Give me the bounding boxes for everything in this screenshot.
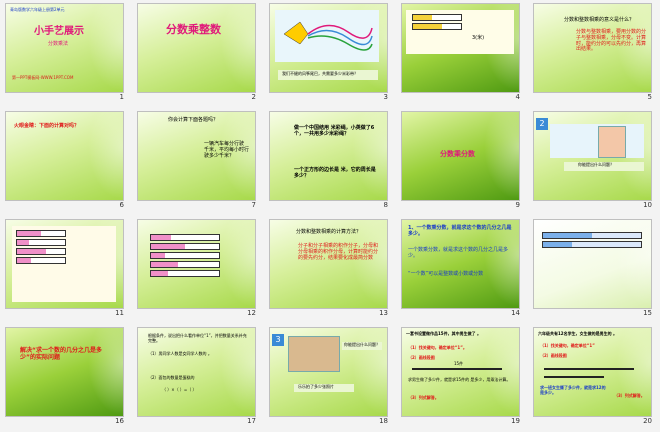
photo-image xyxy=(288,336,340,372)
slide-step-2: （2）画线段图 xyxy=(408,355,435,360)
slide-item-1: （1）男同学人数是女同学人数的 。 xyxy=(148,351,212,356)
slide-formula: （ ）×（ ）=（ ） xyxy=(162,387,197,392)
slide-number: 2 xyxy=(251,93,256,101)
slide-title: 分数乘整数 xyxy=(166,23,221,36)
slide-item-2: （2）面包的数量是蛋糕的 xyxy=(148,375,195,380)
slide-title: 解决“求一个数的几分之几是多少”的实际问题 xyxy=(20,347,102,361)
slide-link: 第一PPT模板网-WWW.1PPT.COM xyxy=(12,75,74,80)
slide-subtitle: 青岛版数学六年级上册第2单元 xyxy=(10,7,65,12)
slide-thumbnail-8[interactable]: 做一个中国结用 米彩绳，小英做了6个，一共用多少米彩绳？ 一个正方形的边长是 米… xyxy=(264,108,396,216)
slide-question: 分数和整数相乘的计算方法？ xyxy=(296,229,362,235)
slide-caption: 分数乘法 xyxy=(48,41,69,47)
slide-answer: 3(米) xyxy=(472,35,485,41)
section-tab: 3 xyxy=(272,334,284,346)
slide-number: 16 xyxy=(115,417,124,425)
slide-problem-2: 一个正方形的边长是 米，它的周长是多少？ xyxy=(294,167,376,179)
slide-thumbnail-7[interactable]: 你会计算下面各题吗？ 一辆汽车每分行驶 千米，平均每小时行驶多少千米？ 7 xyxy=(132,108,264,216)
slide-problem: 六年级共有12名学生，女生做的是男生的 。 xyxy=(538,331,617,336)
slide-thumbnail-1[interactable]: 青岛版数学六年级上册第2单元 小手艺展示 分数乘法 第一PPT模板网-WWW.1… xyxy=(0,0,132,108)
slide-title: 分数乘分数 xyxy=(440,150,475,158)
slide-number: 10 xyxy=(643,201,652,209)
slide-thumbnail-11[interactable]: 11 xyxy=(0,216,132,324)
slide-number: 11 xyxy=(115,309,124,317)
slide-question: 你能提出什么问题？ xyxy=(344,342,380,347)
slide-number: 20 xyxy=(643,417,652,425)
slide-thumbnail-15[interactable]: 15 xyxy=(528,216,660,324)
slide-thumbnail-2[interactable]: 分数乘整数 2 xyxy=(132,0,264,108)
slide-note: “一个数”可以是整数或小数或分数 xyxy=(408,271,484,277)
slide-explanation: 求一班女生撕了多少件，就是求12的 是多少。 xyxy=(540,385,606,395)
slide-rule: 分数与整数相乘，要用分数的分子与整数相乘，分母不变。计算时，能约分的可以先约分，… xyxy=(576,29,647,53)
slide-number: 9 xyxy=(515,201,520,209)
slide-heading: 1、一个数乘分数，就是求这个数的几分之几是多少。 xyxy=(408,225,512,237)
slide-question: 分数和整数相乘的意义是什么？ xyxy=(564,17,635,23)
slide-number: 13 xyxy=(379,309,388,317)
slide-thumbnail-20[interactable]: 六年级共有12名学生，女生做的是男生的 。 （1）找关键句，确定单位“1” （2… xyxy=(528,324,660,432)
slide-number: 12 xyxy=(247,309,256,317)
slide-step-3: （3）列式解答。 xyxy=(614,393,645,398)
slide-title: 火眼金睛：下面的计算对吗？ xyxy=(14,123,80,129)
slide-number: 3 xyxy=(383,93,388,101)
slide-thumbnail-18[interactable]: 3 你能提出什么问题？ 乐乐拍了多少张照片 18 xyxy=(264,324,396,432)
slide-problem: 一辆汽车每分行驶 千米，平均每小时行驶多少千米？ xyxy=(204,141,250,159)
slide-instruction: 根据条件，说出把什么看作单位“1”，并把数量关系补充完整。 xyxy=(148,333,247,343)
slide-thumbnail-9[interactable]: 分数乘分数 9 xyxy=(396,108,528,216)
slide-number: 15 xyxy=(643,309,652,317)
slide-answer: 乐乐拍了多少张照片 xyxy=(298,384,334,389)
slide-explanation: 求男生做了多少件，就是求15件的 是多少，用乘法计算。 xyxy=(408,377,511,382)
slide-problem-1: 做一个中国结用 米彩绳，小英做了6个，一共用多少米彩绳？ xyxy=(294,125,375,137)
slide-number: 4 xyxy=(515,93,520,101)
slide-thumbnail-17[interactable]: 根据条件，说出把什么看作单位“1”，并把数量关系补充完整。 （1）男同学人数是女… xyxy=(132,324,264,432)
slide-problem: 一套书设置做作品15件，其中男生做了 。 xyxy=(406,331,481,336)
slide-thumbnail-6[interactable]: 火眼金睛：下面的计算对吗？ 6 xyxy=(0,108,132,216)
slide-rule: 分子和分子相乘的积作分子，分母和分母相乘的积作分母，计算时能约分的要先约分，结果… xyxy=(298,243,379,261)
slide-step-2: （2）画线段图 xyxy=(540,353,567,358)
slide-thumbnail-12[interactable]: 12 xyxy=(132,216,264,324)
slide-step-1: （1）找关键句，确定单位“1”。 xyxy=(408,345,467,350)
slide-thumbnail-13[interactable]: 分数和整数相乘的计算方法？ 分子和分子相乘的积作分子，分母和分母相乘的积作分母，… xyxy=(264,216,396,324)
kite-icon xyxy=(283,21,373,51)
slide-question: 你能提出什么问题？ xyxy=(578,162,614,167)
slide-number: 14 xyxy=(511,309,520,317)
slide-number: 6 xyxy=(119,201,124,209)
slide-thumbnail-3[interactable]: 我们不缝的风筝尾巴，共需要多少米彩带？ 3 xyxy=(264,0,396,108)
slide-number: 19 xyxy=(511,417,520,425)
slide-thumbnail-19[interactable]: 一套书设置做作品15件，其中男生做了 。 （1）找关键句，确定单位“1”。 （2… xyxy=(396,324,528,432)
section-tab: 2 xyxy=(536,118,548,130)
slide-number: 1 xyxy=(119,93,124,101)
slide-thumbnail-5[interactable]: 分数和整数相乘的意义是什么？ 分数与整数相乘，要用分数的分子与整数相乘，分母不变… xyxy=(528,0,660,108)
slide-number: 7 xyxy=(251,201,256,209)
line-label: 15件 xyxy=(454,361,464,366)
student-image xyxy=(598,126,626,158)
slide-step-3: （3）列式解答。 xyxy=(408,395,439,400)
slide-number: 5 xyxy=(647,93,652,101)
slide-thumbnail-4[interactable]: 3(米) 4 xyxy=(396,0,528,108)
slide-number: 8 xyxy=(383,201,388,209)
slide-rule: 一个数乘分数，就是求这个数的几分之几是多少。 xyxy=(408,247,509,259)
slide-thumbnail-14[interactable]: 1、一个数乘分数，就是求这个数的几分之几是多少。 一个数乘分数，就是求这个数的几… xyxy=(396,216,528,324)
slide-thumbnail-16[interactable]: 解决“求一个数的几分之几是多少”的实际问题 16 xyxy=(0,324,132,432)
slide-step-1: （1）找关键句，确定单位“1” xyxy=(540,343,595,348)
slide-number: 18 xyxy=(379,417,388,425)
slide-sorter-view: 青岛版数学六年级上册第2单元 小手艺展示 分数乘法 第一PPT模板网-WWW.1… xyxy=(0,0,660,432)
slide-thumbnail-10[interactable]: 2 你能提出什么问题？ 10 xyxy=(528,108,660,216)
slide-number: 17 xyxy=(247,417,256,425)
slide-title: 小手艺展示 xyxy=(34,26,84,37)
slide-title: 你会计算下面各题吗？ xyxy=(168,117,219,123)
slide-question: 我们不缝的风筝尾巴，共需要多少米彩带？ xyxy=(282,71,358,76)
